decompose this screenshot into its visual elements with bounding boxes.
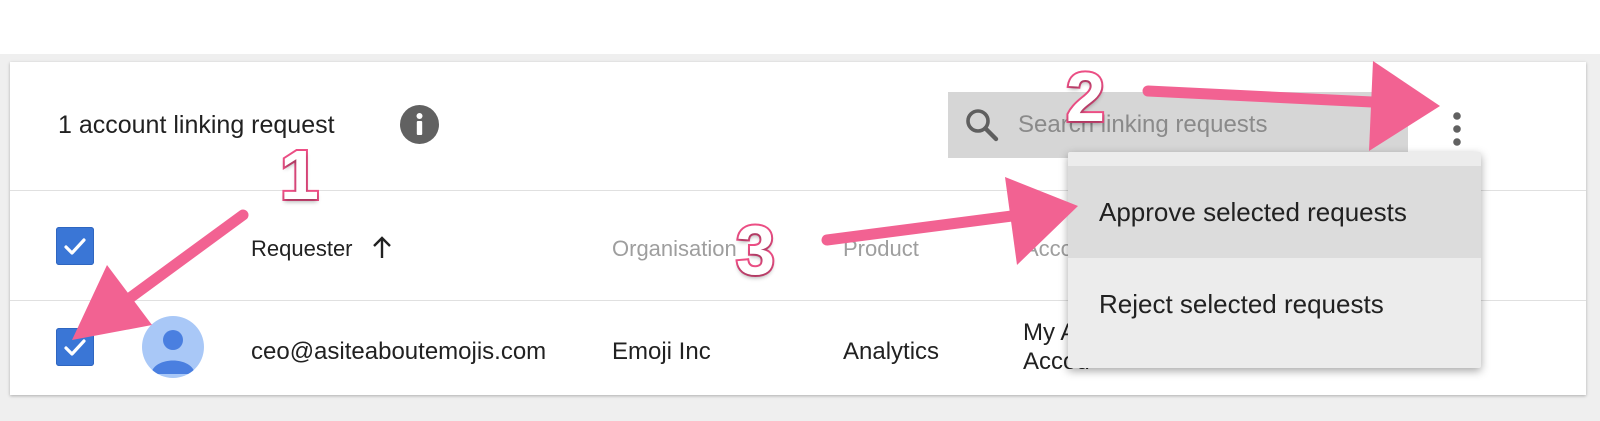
avatar [142, 316, 204, 378]
more-options-icon[interactable] [1442, 109, 1472, 149]
cell-product: Analytics [843, 338, 940, 365]
row-checkbox[interactable] [56, 328, 94, 366]
bulk-actions-menu: Approve selected requests Reject selecte… [1068, 152, 1481, 368]
step-number-1: 1 [278, 136, 321, 214]
step-number-2: 2 [1064, 58, 1107, 136]
select-all-checkbox[interactable] [56, 227, 94, 265]
top-strip [0, 0, 1600, 54]
person-icon [151, 330, 195, 374]
search-icon [965, 108, 999, 142]
info-icon[interactable] [400, 105, 439, 144]
search-box [948, 92, 1408, 158]
sort-ascending-icon[interactable] [368, 234, 396, 262]
menu-item-reject-selected[interactable]: Reject selected requests [1068, 258, 1481, 350]
column-header-product[interactable]: Product [843, 236, 919, 262]
step-number-3: 3 [734, 211, 777, 289]
column-header-organisation[interactable]: Organisation [612, 236, 737, 262]
cell-organisation: Emoji Inc [612, 338, 711, 365]
cell-requester: ceo@asiteaboutemojis.com [251, 338, 547, 365]
column-header-requester[interactable]: Requester [251, 236, 353, 262]
column-header-account[interactable]: Acco [1024, 236, 1073, 262]
menu-item-approve-selected[interactable]: Approve selected requests [1068, 166, 1481, 258]
